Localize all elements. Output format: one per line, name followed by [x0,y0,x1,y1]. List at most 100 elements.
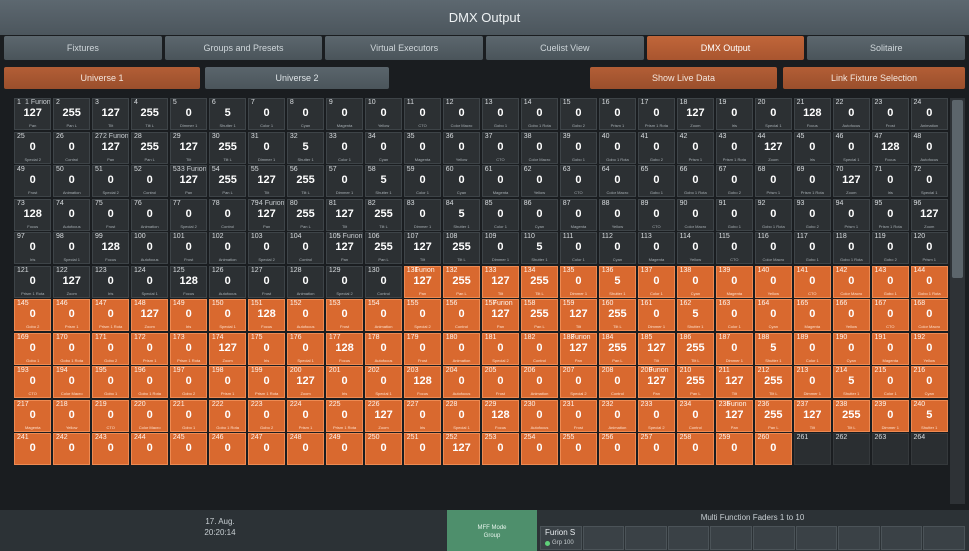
dmx-channel-cell[interactable]: 251 0 [403,433,442,465]
dmx-channel-cell[interactable]: 40 0 Gobo 1 Rota [598,131,637,164]
dmx-channel-cell[interactable]: 89 0 CTO [637,198,676,231]
dmx-channel-cell[interactable]: 100 0 Autofocus [130,232,169,264]
dmx-channel-cell[interactable]: 26 0 Control [52,131,91,164]
dmx-channel-cell[interactable]: 208 0 Control [598,366,637,398]
dmx-channel-cell[interactable]: 143 0 Gobo 1 [871,265,910,298]
dmx-channel-cell[interactable]: 228 0 Special 1 [442,399,481,432]
dmx-channel-cell[interactable]: 257 0 [637,433,676,465]
dmx-channel-cell[interactable]: 196 0 Gobo 1 Rota [130,366,169,398]
dmx-channel-cell[interactable]: 198 0 Prism 1 [208,366,247,398]
dmx-channel-cell[interactable]: 160 255 Tilt L [598,299,637,331]
dmx-channel-cell[interactable]: 187 0 Dimmer 1 [715,332,754,365]
dmx-channel-cell[interactable]: 229 128 Focus [481,399,520,432]
grid-scrollbar[interactable] [950,98,965,504]
dmx-channel-cell[interactable]: 55 127 Tilt [247,165,286,197]
dmx-channel-cell[interactable]: 136 5 Shutter 1 [598,265,637,298]
dmx-channel-cell[interactable]: 172 0 Prism 1 [130,332,169,365]
dmx-channel-cell[interactable]: 176 0 Special 1 [286,332,325,365]
dmx-channel-cell[interactable]: 174 127 Zoom [208,332,247,365]
dmx-channel-cell[interactable]: 203 128 Focus [403,366,442,398]
dmx-channel-cell[interactable]: 232 0 Animation [598,399,637,432]
dmx-channel-cell[interactable]: 206 0 Animation [520,366,559,398]
dmx-channel-cell[interactable]: 32 5 Shutter 1 [286,131,325,164]
dmx-channel-cell[interactable]: 168 0 Color Macro [910,299,948,331]
dmx-channel-cell[interactable]: 36 0 Yellow [442,131,481,164]
fader-slot[interactable] [838,526,880,550]
dmx-channel-cell[interactable]: 175 0 Iris [247,332,286,365]
dmx-channel-cell[interactable]: 154 0 Animation [364,299,403,331]
tab-cuelist-view[interactable]: Cuelist View [486,36,644,60]
dmx-channel-cell[interactable]: 213 0 Dimmer 1 [793,366,832,398]
dmx-channel-cell[interactable]: 254 0 [520,433,559,465]
dmx-channel-cell[interactable]: 54 255 Pan L [208,165,247,197]
dmx-channel-cell[interactable]: 173 0 Prism 1 Rota [169,332,208,365]
dmx-channel-cell[interactable]: 161 0 Dimmer 1 [637,299,676,331]
dmx-channel-cell[interactable]: 146 0 Prism 1 [52,299,91,331]
dmx-channel-cell[interactable]: 171 0 Gobo 2 [91,332,130,365]
dmx-channel-cell[interactable]: 215 0 Color 1 [871,366,910,398]
dmx-channel-cell[interactable]: 245 0 [169,433,208,465]
dmx-channel-cell[interactable]: 219 0 CTO [91,399,130,432]
dmx-channel-cell[interactable]: 210 255 Pan L [676,366,715,398]
dmx-channel-cell[interactable]: 101 0 Frost [169,232,208,264]
dmx-channel-cell[interactable]: 126 0 Autofocus [208,265,247,298]
dmx-channel-cell[interactable]: 82 255 Tilt L [364,198,403,231]
dmx-channel-cell[interactable]: 52 0 Control [130,165,169,197]
dmx-channel-cell[interactable]: 102 0 Animation [208,232,247,264]
dmx-channel-cell[interactable]: 188 5 Shutter 1 [754,332,793,365]
dmx-channel-cell[interactable]: 177 128 Focus [325,332,364,365]
fader-slot[interactable] [582,526,625,550]
tab-solitaire[interactable]: Solitaire [807,36,966,60]
dmx-channel-cell[interactable]: 184 255 Pan L [598,332,637,365]
dmx-channel-cell[interactable]: 92 0 Gobo 1 Rota [754,198,793,231]
dmx-channel-cell[interactable]: 73 128 Focus [14,198,52,231]
dmx-channel-cell[interactable]: 230 0 Autofocus [520,399,559,432]
dmx-channel-cell[interactable]: 69 0 Prism 1 Rota [793,165,832,197]
dmx-channel-cell[interactable]: 79 4 Furion 127 Pan [247,198,286,231]
dmx-channel-cell[interactable]: 15 0 Gobo 2 [559,98,598,130]
dmx-channel-cell[interactable]: 33 0 Color 1 [325,131,364,164]
dmx-channel-cell[interactable]: 43 0 Prism 1 Rota [715,131,754,164]
dmx-channel-cell[interactable]: 39 0 Gobo 1 [559,131,598,164]
dmx-channel-cell[interactable]: 186 255 Tilt L [676,332,715,365]
dmx-channel-cell[interactable]: 242 0 [52,433,91,465]
dmx-channel-cell[interactable]: 110 5 Shutter 1 [520,232,559,264]
dmx-channel-cell[interactable]: 65 0 Gobo 1 [637,165,676,197]
dmx-channel-cell[interactable]: 93 0 Gobo 2 [793,198,832,231]
fader-slot[interactable] [625,526,667,550]
dmx-channel-cell[interactable]: 205 0 Frost [481,366,520,398]
dmx-channel-cell[interactable]: 84 5 Shutter 1 [442,198,481,231]
dmx-channel-cell[interactable]: 105 5 Furion 127 Pan [325,232,364,264]
dmx-channel-cell[interactable]: 42 0 Prism 1 [676,131,715,164]
dmx-channel-cell[interactable]: 183 Furion 127 Pan [559,332,598,365]
dmx-channel-cell[interactable]: 113 0 Magenta [637,232,676,264]
dmx-channel-cell[interactable]: 234 0 Control [676,399,715,432]
dmx-channel-cell[interactable]: 71 0 Iris [871,165,910,197]
dmx-channel-cell[interactable]: 152 0 Autofocus [286,299,325,331]
dmx-channel-cell[interactable]: 233 0 Special 2 [637,399,676,432]
dmx-channel-cell[interactable]: 181 0 Special 2 [481,332,520,365]
dmx-channel-cell[interactable]: 150 0 Special 1 [208,299,247,331]
dmx-channel-cell[interactable]: 129 0 Special 2 [325,265,364,298]
dmx-channel-cell[interactable]: 262 [832,433,871,465]
dmx-channel-cell[interactable]: 153 0 Frost [325,299,364,331]
dmx-channel-cell[interactable]: 78 0 Control [208,198,247,231]
dmx-channel-cell[interactable]: 231 0 Frost [559,399,598,432]
dmx-channel-cell[interactable]: 99 128 Focus [91,232,130,264]
dmx-channel-cell[interactable]: 244 0 [130,433,169,465]
dmx-channel-cell[interactable]: 247 0 [247,433,286,465]
dmx-channel-cell[interactable]: 243 0 [91,433,130,465]
dmx-channel-cell[interactable]: 200 127 Zoom [286,366,325,398]
dmx-channel-cell[interactable]: 142 0 Color Macro [832,265,871,298]
dmx-channel-cell[interactable]: 225 0 Prism 1 Rota [325,399,364,432]
dmx-channel-cell[interactable]: 6 5 Shutter 1 [208,98,247,130]
dmx-channel-cell[interactable]: 137 0 Color 1 [637,265,676,298]
dmx-channel-cell[interactable]: 180 0 Animation [442,332,481,365]
tab-fixtures[interactable]: Fixtures [4,36,162,60]
dmx-channel-cell[interactable]: 249 0 [325,433,364,465]
dmx-channel-cell[interactable]: 123 0 Iris [91,265,130,298]
dmx-channel-cell[interactable]: 252 127 [442,433,481,465]
dmx-channel-cell[interactable]: 50 0 Animation [52,165,91,197]
dmx-channel-cell[interactable]: 29 127 Tilt [169,131,208,164]
dmx-channel-cell[interactable]: 148 127 Zoom [130,299,169,331]
